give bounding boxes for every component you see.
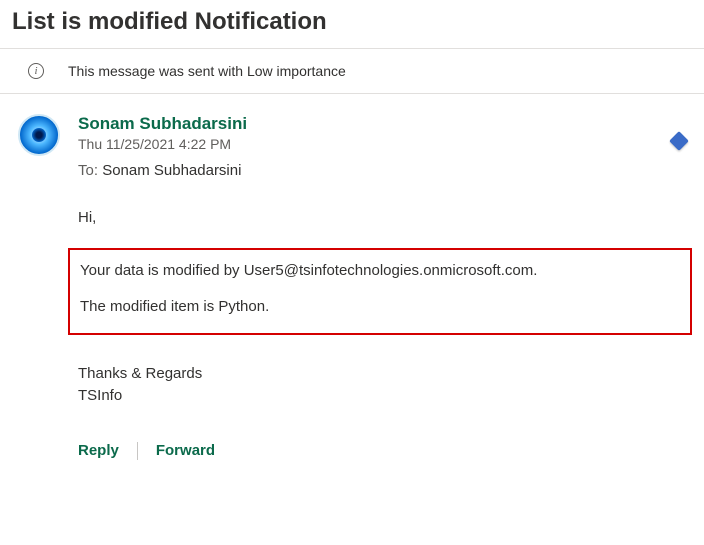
- body-line-1: Your data is modified by User5@tsinfotec…: [80, 260, 690, 283]
- to-label: To:: [78, 162, 98, 179]
- to-recipient: Sonam Subhadarsini: [102, 162, 241, 179]
- signature-line-1: Thanks & Regards: [78, 363, 692, 386]
- to-line: To: Sonam Subhadarsini: [78, 162, 692, 179]
- signature-line-2: TSInfo: [78, 385, 692, 408]
- highlighted-box: Your data is modified by User5@tsinfotec…: [68, 248, 692, 335]
- message-area: Sonam Subhadarsini Thu 11/25/2021 4:22 P…: [0, 94, 704, 466]
- timestamp: Thu 11/25/2021 4:22 PM: [78, 136, 692, 152]
- importance-text: This message was sent with Low importanc…: [68, 63, 346, 79]
- email-subject: List is modified Notification: [0, 0, 704, 48]
- action-bar: Reply Forward: [78, 436, 692, 467]
- action-separator: [137, 442, 138, 460]
- app-badge-icon: [672, 134, 690, 152]
- greeting: Hi,: [78, 207, 692, 230]
- message-content: Sonam Subhadarsini Thu 11/25/2021 4:22 P…: [78, 114, 692, 466]
- importance-bar: i This message was sent with Low importa…: [0, 49, 704, 94]
- info-icon: i: [28, 63, 44, 79]
- forward-button[interactable]: Forward: [156, 436, 215, 467]
- reply-button[interactable]: Reply: [78, 436, 119, 467]
- sender-name[interactable]: Sonam Subhadarsini: [78, 114, 692, 134]
- email-body: Hi, Your data is modified by User5@tsinf…: [78, 207, 692, 466]
- body-line-2: The modified item is Python.: [80, 296, 690, 319]
- signature: Thanks & Regards TSInfo: [78, 363, 692, 408]
- sender-avatar[interactable]: [18, 114, 60, 156]
